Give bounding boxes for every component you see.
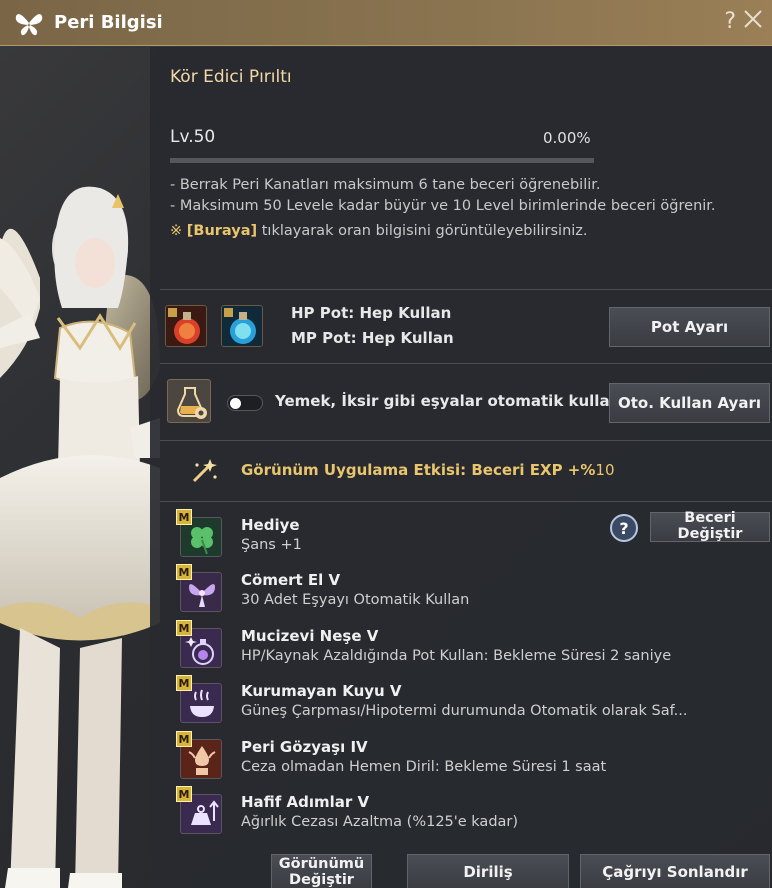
rates-link[interactable]: [Buraya] xyxy=(187,223,257,239)
skill-name: Peri Gözyaşı IV xyxy=(241,738,368,756)
peri-name: Kör Edici Pırıltı xyxy=(170,67,292,87)
skill-desc: 30 Adet Eşyayı Otomatik Kullan xyxy=(241,592,470,608)
divider xyxy=(160,440,772,441)
skill-desc: HP/Kaynak Azaldığında Pot Kullan: Beklem… xyxy=(241,648,672,664)
skill-desc: Şans +1 xyxy=(241,537,302,553)
mastery-badge: M xyxy=(176,509,192,525)
auto-use-toggle[interactable] xyxy=(227,395,263,411)
divider xyxy=(160,289,772,290)
change-appearance-button[interactable]: Görünümü Değiştir xyxy=(271,854,372,888)
appearance-effect-value: 10 xyxy=(595,461,615,479)
mastery-badge: M xyxy=(176,564,192,580)
appearance-effect: Görünüm Uygulama Etkisi: Beceri EXP +%10 xyxy=(241,461,615,479)
mp-pot-setting: MP Pot: Hep Kullan xyxy=(291,329,454,347)
skill-name: Hediye xyxy=(241,516,300,534)
mp-potion-icon xyxy=(221,305,263,347)
note-mark: ※ xyxy=(170,223,187,239)
help-icon[interactable]: ? xyxy=(724,9,736,34)
skill-name: Kurumayan Kuyu V xyxy=(241,682,402,700)
divider xyxy=(160,363,772,364)
peri-info-panel: Kör Edici Pırıltı Lv.50 0.00% - Berrak P… xyxy=(150,47,772,888)
info-note-rates: ※ [Buraya] tıklayarak oran bilgisini gör… xyxy=(170,223,588,239)
skill-desc: Ceza olmadan Hemen Diril: Bekleme Süresi… xyxy=(241,759,607,775)
auto-use-settings-button[interactable]: Oto. Kullan Ayarı xyxy=(609,383,770,423)
skill-desc: Ağırlık Cezası Azaltma (%125'e kadar) xyxy=(241,814,519,830)
mastery-badge: M xyxy=(176,620,192,636)
window-title: Peri Bilgisi xyxy=(54,12,163,33)
exp-percent: 0.00% xyxy=(543,129,591,147)
info-note-skills: - Berrak Peri Kanatları maksimum 6 tane … xyxy=(170,177,601,193)
mastery-badge: M xyxy=(176,786,192,802)
skill-desc: Güneş Çarpması/Hipotermi durumunda Otoma… xyxy=(241,703,688,719)
mastery-badge: M xyxy=(176,731,192,747)
flask-gear-icon xyxy=(167,379,211,423)
hp-potion-icon xyxy=(165,305,207,347)
revive-button[interactable]: Diriliş xyxy=(407,854,569,888)
skill-name: Hafif Adımlar V xyxy=(241,793,370,811)
change-skill-button[interactable]: Beceri Değiştir xyxy=(650,510,770,542)
note-text: tıklayarak oran bilgisini görüntüleyebil… xyxy=(257,223,588,239)
info-note-levels: - Maksimum 50 Levele kadar büyür ve 10 L… xyxy=(170,198,716,214)
close-icon[interactable] xyxy=(742,8,764,30)
end-summon-button[interactable]: Çağrıyı Sonlandır xyxy=(580,854,770,888)
skill-name: Mucizevi Neşe V xyxy=(241,627,379,645)
butterfly-icon xyxy=(15,13,43,35)
skill-help-icon[interactable]: ? xyxy=(610,514,638,542)
title-bar: Peri Bilgisi ? xyxy=(0,0,772,46)
auto-use-text: Yemek, İksir gibi eşyalar otomatik kulla… xyxy=(275,392,647,410)
skill-name: Cömert El V xyxy=(241,571,341,589)
magic-wand-icon xyxy=(192,459,217,483)
appearance-effect-label: Görünüm Uygulama Etkisi: Beceri EXP +% xyxy=(241,461,596,479)
hp-pot-setting: HP Pot: Hep Kullan xyxy=(291,304,452,322)
peri-level: Lv.50 xyxy=(170,127,216,147)
divider xyxy=(160,501,772,502)
peri-character-illustration xyxy=(0,48,160,888)
mastery-badge: M xyxy=(176,675,192,691)
toggle-knob xyxy=(230,398,241,409)
exp-bar xyxy=(170,158,594,163)
pot-settings-button[interactable]: Pot Ayarı xyxy=(609,307,770,347)
